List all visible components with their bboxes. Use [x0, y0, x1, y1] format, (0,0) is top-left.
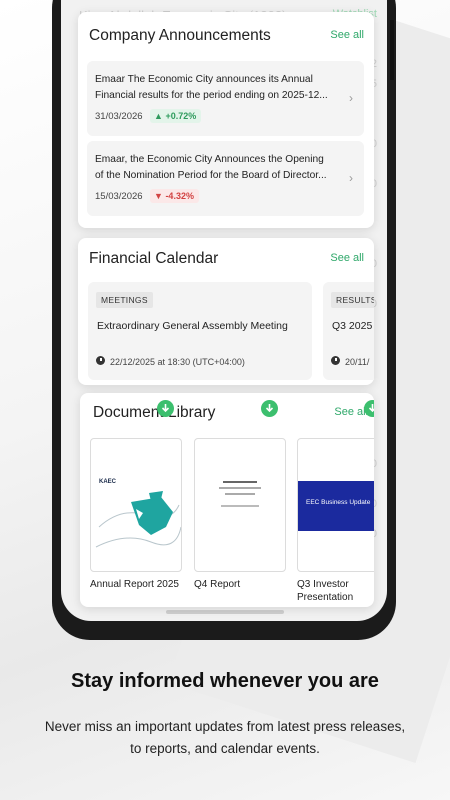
event-name: Q3 2025 — [332, 320, 373, 332]
document-text-line — [223, 481, 257, 483]
announcement-text: Emaar The Economic City announces its An… — [95, 74, 328, 101]
home-indicator — [166, 610, 284, 614]
document-text-line — [221, 505, 259, 507]
download-icon[interactable] — [157, 400, 174, 417]
calendar-event[interactable]: MEETINGS Extraordinary General Assembly … — [88, 282, 312, 380]
document-thumbnail[interactable]: EEC Business Update — [297, 438, 374, 572]
document-library-card: Document Library See all KAEC Annual Rep… — [80, 393, 374, 607]
promo-subtext: Never miss an important updates from lat… — [44, 719, 406, 756]
announcement-date: 15/03/2026 — [95, 191, 143, 202]
price-change-value: +0.72% — [165, 111, 197, 121]
announcement-date: 31/03/2026 — [95, 111, 143, 122]
announcements-card: Company Announcements See all Emaar The … — [78, 12, 374, 228]
chevron-right-icon: › — [349, 91, 353, 105]
phone-side-button — [390, 20, 394, 80]
event-datetime: 22/12/2025 at 18:30 (UTC+04:00) — [110, 357, 245, 367]
clock-icon — [331, 356, 340, 365]
arrow-down-icon: ▼ — [154, 191, 163, 201]
event-datetime: 20/11/ — [345, 357, 370, 367]
document-logo: KAEC — [99, 479, 117, 485]
download-icon[interactable] — [364, 400, 374, 417]
price-change-value: -4.32% — [165, 191, 194, 201]
announcement-item[interactable]: Emaar The Economic City announces its An… — [87, 61, 364, 136]
announcements-see-all-link[interactable]: See all — [330, 29, 364, 41]
document-thumbnail[interactable]: KAEC — [90, 438, 182, 572]
event-type-tag: MEETINGS — [96, 292, 153, 308]
document-map-image — [95, 491, 181, 548]
document-text-line — [225, 493, 255, 495]
arrow-up-icon: ▲ — [154, 111, 163, 121]
calendar-card: Financial Calendar See all MEETINGS Extr… — [78, 238, 374, 385]
document-cover-title: EEC Business Update — [306, 499, 371, 506]
download-icon[interactable] — [261, 400, 278, 417]
document-name: Annual Report 2025 — [90, 579, 179, 590]
announcement-text: Emaar, the Economic City Announces the O… — [95, 154, 327, 181]
calendar-event[interactable]: RESULTS Q3 2025 20/11/ — [323, 282, 374, 380]
announcement-item[interactable]: Emaar, the Economic City Announces the O… — [87, 141, 364, 216]
event-name: Extraordinary General Assembly Meeting — [97, 320, 288, 332]
event-type-tag: RESULTS — [331, 292, 374, 308]
price-change-badge: ▼ -4.32% — [150, 189, 199, 203]
price-change-badge: ▲ +0.72% — [150, 109, 202, 123]
document-cover-banner: EEC Business Update — [298, 481, 374, 531]
document-name: Q3 Investor Presentation — [297, 579, 354, 603]
document-name: Q4 Report — [194, 579, 241, 590]
document-text-line — [219, 487, 261, 489]
document-thumbnail[interactable] — [194, 438, 286, 572]
announcements-title: Company Announcements — [89, 27, 271, 44]
promo-headline: Stay informed whenever you are — [71, 670, 379, 692]
clock-icon — [96, 356, 105, 365]
chevron-right-icon: › — [349, 171, 353, 185]
